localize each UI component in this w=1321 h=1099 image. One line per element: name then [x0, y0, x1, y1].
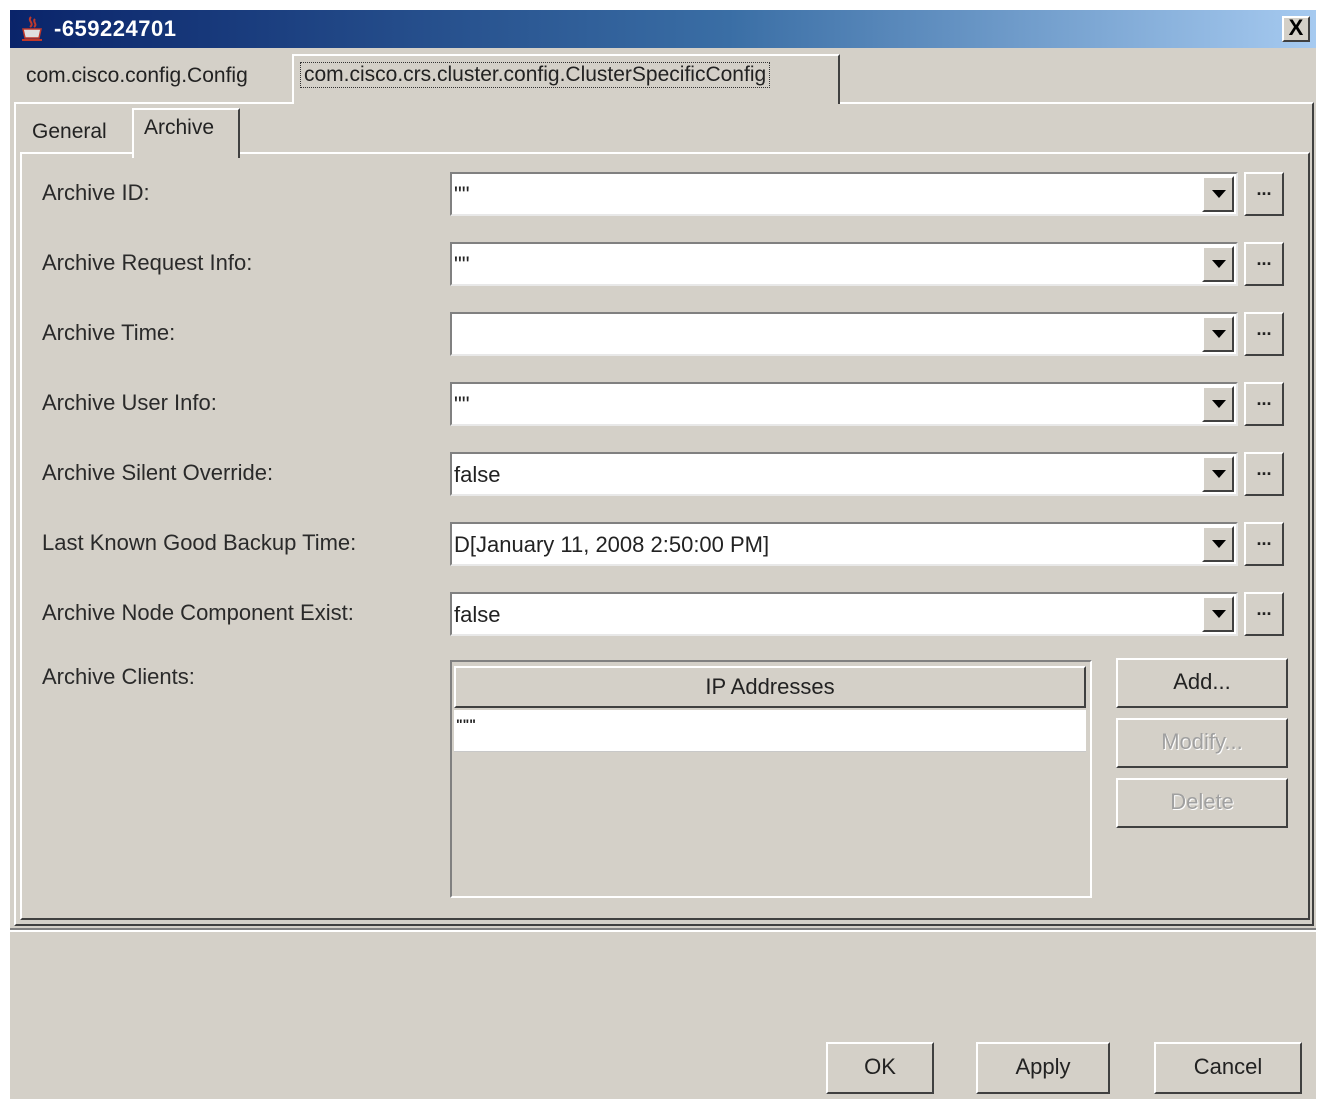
window-title: -659224701 — [54, 16, 177, 41]
modify-client-button[interactable]: Modify... — [1116, 718, 1288, 768]
last-known-good-backup-time-edit-button[interactable]: ... — [1244, 522, 1284, 566]
combo-value: "" — [454, 182, 470, 207]
last-known-good-backup-time-combo[interactable]: D[January 11, 2008 2:50:00 PM] — [450, 522, 1238, 566]
config-dialog: -659224701 X com.cisco.config.Config com… — [8, 8, 1316, 1099]
title-bar[interactable]: -659224701 X — [10, 10, 1316, 48]
archive-request-info-combo[interactable]: "" — [450, 242, 1238, 286]
cancel-button[interactable]: Cancel — [1154, 1042, 1302, 1094]
archive-time-combo[interactable] — [450, 312, 1238, 356]
tab-general[interactable]: General — [22, 112, 132, 152]
combo-value: false — [454, 602, 501, 627]
tab-config[interactable]: com.cisco.config.Config — [16, 56, 292, 96]
combo-value: false — [454, 462, 501, 487]
chevron-down-icon[interactable] — [1202, 526, 1234, 562]
archive-clients-label: Archive Clients: — [42, 664, 195, 689]
close-button[interactable]: X — [1282, 16, 1310, 42]
archive-request-info-edit-button[interactable]: ... — [1244, 242, 1284, 286]
archive-node-component-exist-edit-button[interactable]: ... — [1244, 592, 1284, 636]
tab-label: com.cisco.crs.cluster.config.ClusterSpec… — [300, 62, 771, 88]
archive-user-info-label: Archive User Info: — [42, 390, 217, 415]
archive-node-component-exist-label: Archive Node Component Exist: — [42, 600, 354, 625]
archive-request-info-label: Archive Request Info: — [42, 250, 253, 275]
add-client-button[interactable]: Add... — [1116, 658, 1288, 708]
delete-client-button[interactable]: Delete — [1116, 778, 1288, 828]
archive-node-component-exist-combo[interactable]: false — [450, 592, 1238, 636]
combo-value: "" — [454, 252, 470, 277]
archive-id-edit-button[interactable]: ... — [1244, 172, 1284, 216]
archive-user-info-edit-button[interactable]: ... — [1244, 382, 1284, 426]
tab-cluster-specific-config[interactable]: com.cisco.crs.cluster.config.ClusterSpec… — [292, 54, 840, 104]
archive-id-label: Archive ID: — [42, 180, 150, 205]
archive-silent-override-edit-button[interactable]: ... — [1244, 452, 1284, 496]
chevron-down-icon[interactable] — [1202, 386, 1234, 422]
footer-separator — [10, 928, 1316, 932]
chevron-down-icon[interactable] — [1202, 456, 1234, 492]
last-known-good-backup-time-label: Last Known Good Backup Time: — [42, 530, 357, 555]
combo-value: "" — [454, 392, 470, 417]
archive-time-label: Archive Time: — [42, 320, 176, 345]
chevron-down-icon[interactable] — [1202, 176, 1234, 212]
archive-silent-override-label: Archive Silent Override: — [42, 460, 274, 485]
column-header-ip-addresses[interactable]: IP Addresses — [454, 666, 1086, 708]
chevron-down-icon[interactable] — [1202, 246, 1234, 282]
chevron-down-icon[interactable] — [1202, 316, 1234, 352]
archive-clients-table[interactable]: IP Addresses """ — [450, 660, 1092, 898]
table-row[interactable]: """ — [454, 710, 1086, 752]
apply-button[interactable]: Apply — [976, 1042, 1110, 1094]
archive-time-edit-button[interactable]: ... — [1244, 312, 1284, 356]
tab-archive[interactable]: Archive — [132, 108, 240, 158]
combo-value: D[January 11, 2008 2:50:00 PM] — [454, 532, 770, 557]
java-cup-icon — [22, 16, 42, 41]
archive-id-combo[interactable]: "" — [450, 172, 1238, 216]
archive-user-info-combo[interactable]: "" — [450, 382, 1238, 426]
ok-button[interactable]: OK — [826, 1042, 934, 1094]
chevron-down-icon[interactable] — [1202, 596, 1234, 632]
archive-silent-override-combo[interactable]: false — [450, 452, 1238, 496]
